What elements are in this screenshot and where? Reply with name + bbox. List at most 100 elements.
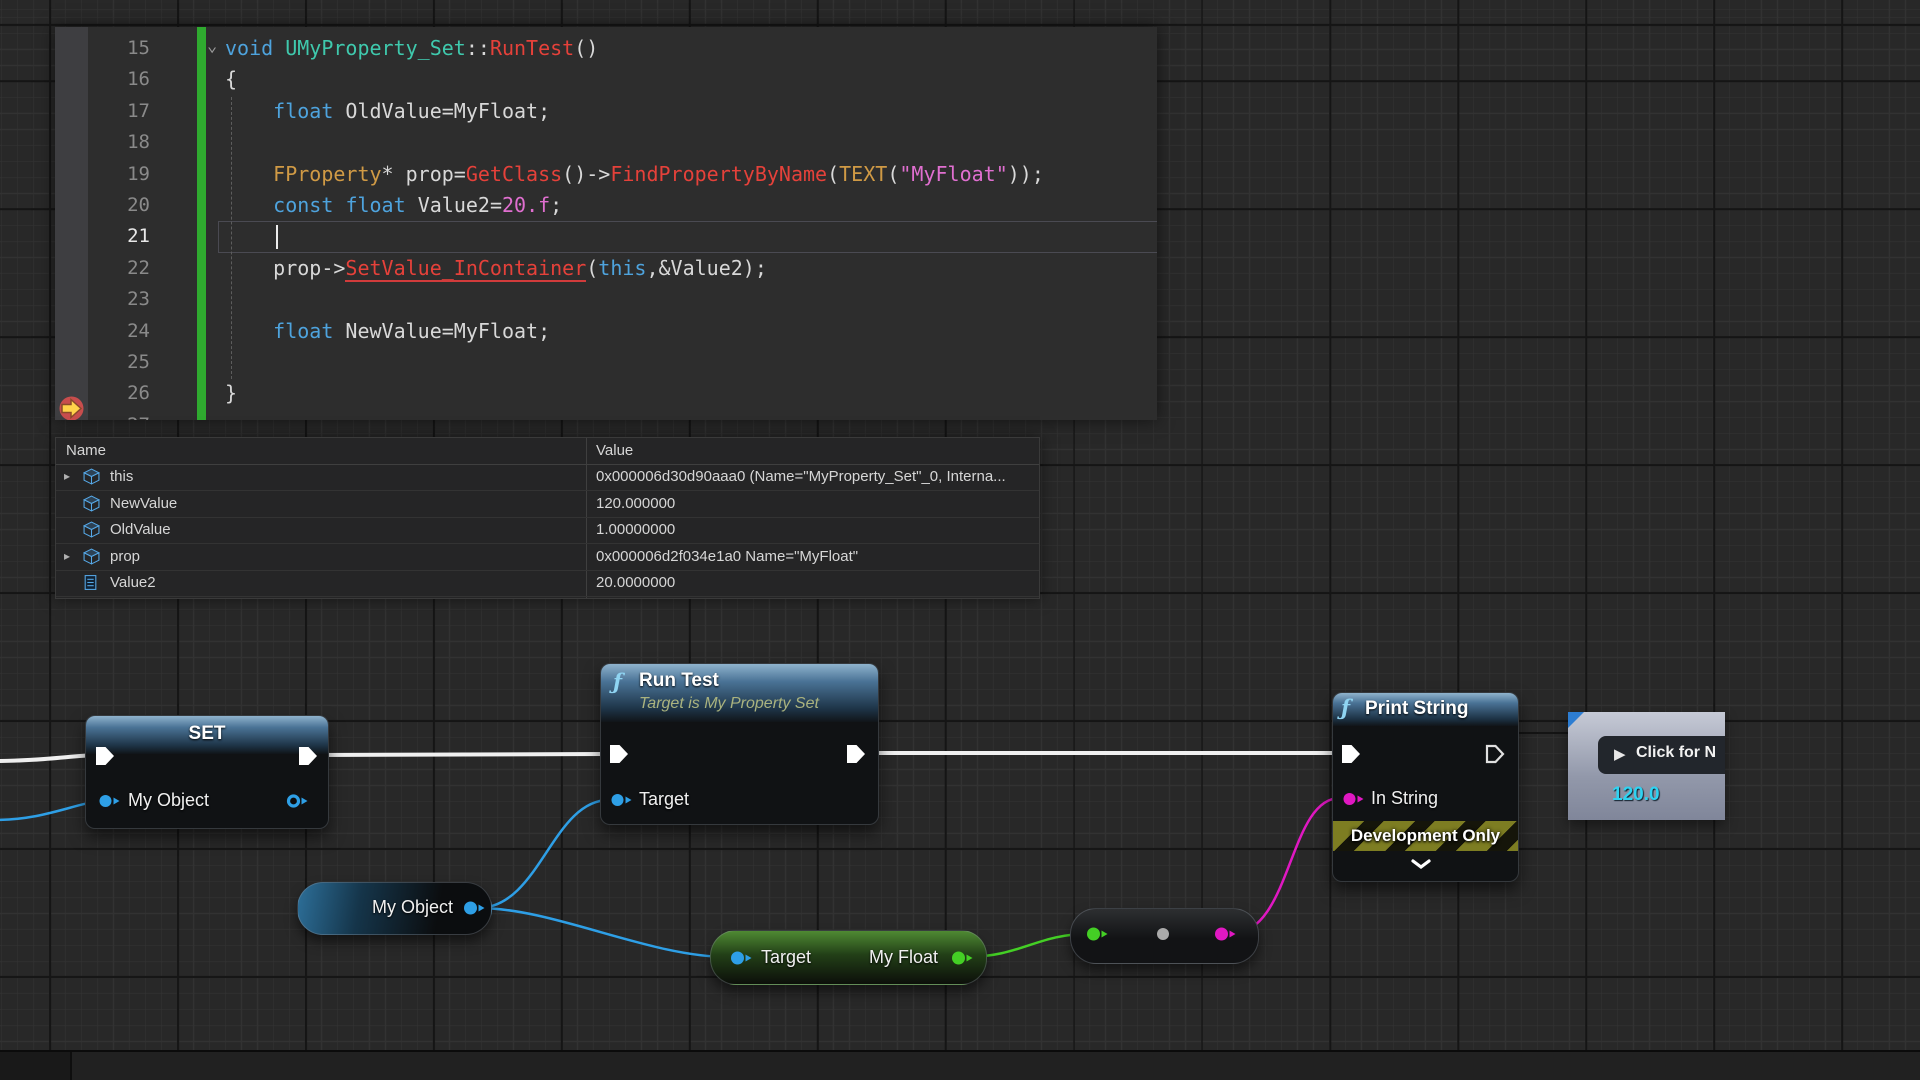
code-token: * prop= (382, 162, 466, 186)
variable-name: this (110, 468, 133, 485)
code-token: } (225, 381, 237, 405)
code-token (333, 193, 345, 217)
target-pin[interactable] (610, 792, 633, 808)
string-out-pin[interactable] (1214, 926, 1237, 942)
run-test-node-header: ƒ Run Test Target is My Property Set (601, 664, 878, 722)
line-number[interactable]: 27 (88, 410, 162, 420)
object-out-pin[interactable] (286, 793, 309, 809)
line-number[interactable]: 15 (88, 33, 162, 64)
chevron-down-icon[interactable] (1411, 859, 1431, 870)
variable-value: 120.000000 (596, 495, 675, 512)
debug-value-bubble[interactable]: ▶ Click for N 120.0 (1568, 712, 1725, 820)
line-number[interactable]: 26 (88, 378, 162, 409)
exec-in-pin[interactable] (1341, 743, 1362, 765)
function-icon: ƒ (1341, 695, 1350, 720)
line-number[interactable]: 22 (88, 253, 162, 284)
watch-row[interactable]: ▸prop0x000006d2f034e1a0 Name="MyFloat" (56, 544, 1039, 571)
line-numbers[interactable]: 15161718192021222324252627 (88, 33, 162, 420)
line-number[interactable]: 24 (88, 316, 162, 347)
float-out-pin[interactable] (951, 950, 974, 966)
exec-in-pin[interactable] (609, 743, 630, 765)
click-for-more-label: Click for N (1636, 744, 1716, 762)
code-token: float (345, 193, 405, 217)
wire-exec-left-to-set[interactable] (0, 755, 96, 761)
wire-exec-set-to-runtest[interactable] (316, 754, 606, 755)
run-test-node[interactable]: ƒ Run Test Target is My Property Set Tar… (600, 663, 879, 825)
exec-out-pin[interactable] (298, 745, 319, 767)
target-pin[interactable] (730, 950, 753, 966)
code-line[interactable]: FProperty* prop=GetClass()->FindProperty… (225, 159, 1044, 190)
line-number[interactable]: 18 (88, 127, 162, 158)
blueprint-canvas[interactable]: SET My Object ƒ Run Test Target is My Pr… (0, 0, 1920, 1080)
object-in-pin[interactable] (98, 793, 121, 809)
change-tracking-bar (197, 27, 206, 420)
code-line[interactable] (225, 221, 1044, 252)
my-object-getter-node[interactable]: My Object (297, 882, 492, 935)
watched-value: 120.0 (1612, 784, 1660, 806)
line-number[interactable]: 17 (88, 96, 162, 127)
value-column-header[interactable]: Value (596, 442, 633, 459)
code-line[interactable]: const float Value2=20.f; (225, 190, 1044, 221)
line-number[interactable]: 20 (88, 190, 162, 221)
code-line[interactable] (225, 127, 1044, 158)
float-in-pin[interactable] (1086, 926, 1109, 942)
code-token: FindPropertyByName (610, 162, 827, 186)
print-string-node-header: ƒ Print String (1333, 693, 1518, 726)
exec-out-pin[interactable] (1485, 743, 1506, 765)
wire-myobject-to-runtest-target[interactable] (478, 800, 609, 908)
exec-in-pin[interactable] (95, 745, 116, 767)
watch-panel[interactable]: Name Value ▸this0x000006d30d90aaa0 (Name… (55, 437, 1040, 599)
execution-pointer-icon[interactable] (58, 395, 85, 420)
float-to-string-conversion-node[interactable] (1070, 908, 1259, 964)
object-cube-icon (83, 521, 100, 538)
code-line[interactable]: { (225, 64, 1044, 95)
code-line[interactable]: ⌄void UMyProperty_Set::RunTest() (225, 33, 1044, 64)
expander-icon[interactable]: ▸ (64, 469, 70, 483)
get-my-float-node[interactable]: Target My Float (710, 930, 987, 985)
code-token (225, 162, 273, 186)
watch-row[interactable]: Value220.0000000 (56, 570, 1039, 597)
code-line[interactable] (225, 284, 1044, 315)
code-editor[interactable]: 15161718192021222324252627 ⌄void UMyProp… (55, 27, 1157, 420)
click-for-more-button[interactable]: ▶ Click for N (1598, 736, 1725, 774)
name-column-header[interactable]: Name (66, 442, 106, 459)
code-line[interactable] (225, 347, 1044, 378)
code-token (273, 36, 285, 60)
code-token: prop-> (225, 256, 345, 280)
code-line[interactable]: } (225, 378, 1044, 409)
wildcard-dot-icon (1157, 928, 1169, 940)
watch-row[interactable]: NewValue 120.000000 (56, 491, 1039, 518)
variable-name: NewValue (110, 495, 177, 512)
code-token: const (273, 193, 333, 217)
code-lines[interactable]: ⌄void UMyProperty_Set::RunTest(){ float … (225, 33, 1044, 420)
object-out-pin[interactable] (463, 900, 486, 916)
code-line[interactable]: float OldValue=MyFloat; (225, 96, 1044, 127)
set-node[interactable]: SET My Object (85, 715, 329, 829)
line-number[interactable]: 25 (88, 347, 162, 378)
code-token: ( (887, 162, 899, 186)
watch-row[interactable]: ▸this0x000006d30d90aaa0 (Name="MyPropert… (56, 464, 1039, 491)
expander-icon[interactable]: ▸ (64, 549, 70, 563)
set-node-title: SET (86, 723, 328, 745)
code-line[interactable] (225, 410, 1044, 420)
in-string-pin[interactable] (1342, 791, 1365, 807)
fold-chevron-icon[interactable]: ⌄ (207, 31, 217, 62)
code-token: 20.f (502, 193, 550, 217)
line-number[interactable]: 16 (88, 64, 162, 95)
code-token: "MyFloat" (899, 162, 1007, 186)
code-token (225, 319, 273, 343)
wire-myobject-to-myfloat-target[interactable] (478, 908, 729, 957)
exec-out-pin[interactable] (846, 743, 867, 765)
line-number[interactable]: 19 (88, 159, 162, 190)
code-line[interactable]: prop->SetValue_InContainer(this,&Value2)… (225, 253, 1044, 284)
watch-row[interactable]: OldValue1.00000000 (56, 517, 1039, 544)
line-number[interactable]: 21 (88, 221, 162, 252)
code-line[interactable]: float NewValue=MyFloat; (225, 316, 1044, 347)
print-string-node[interactable]: ƒ Print String In String Development Onl… (1332, 692, 1519, 882)
breakpoint-gutter[interactable] (55, 27, 88, 420)
variable-value: 1.00000000 (596, 521, 675, 538)
line-number[interactable]: 23 (88, 284, 162, 315)
code-token: ,&Value2); (646, 256, 766, 280)
run-test-subtitle: Target is My Property Set (639, 695, 819, 713)
code-token: GetClass (466, 162, 562, 186)
